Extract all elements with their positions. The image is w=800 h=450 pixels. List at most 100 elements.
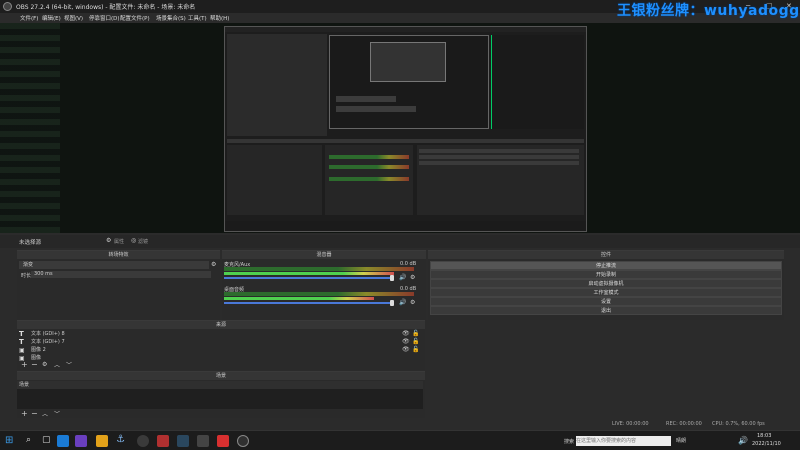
mixer-dock-title: 混音器: [222, 251, 426, 259]
move-up-icon[interactable]: ︿: [54, 360, 60, 369]
scenes-list-empty: [17, 389, 423, 409]
start-virtual-camera-button[interactable]: 启动虚拟摄像机: [430, 279, 782, 288]
mixer-mic-peak: [224, 272, 394, 275]
live-status: LIVE: 00:00:00: [612, 421, 649, 427]
eye-icon[interactable]: 👁: [402, 338, 410, 346]
canvas-background-decoration: [0, 23, 60, 233]
windows-taskbar: ⊞ ⌕ ▢ ⚓ 搜索 晴朗 🔊 18:03 2022/11/10: [0, 430, 800, 450]
add-icon[interactable]: +: [21, 360, 28, 369]
lock-icon[interactable]: 🔓: [412, 346, 419, 354]
app-icon-4[interactable]: [217, 435, 229, 447]
preview-nested-scenes: [227, 145, 322, 215]
app-icon[interactable]: [75, 435, 87, 447]
menu-scene-collection[interactable]: 场景集合(S): [156, 14, 186, 22]
filter-icon: ◎: [131, 237, 137, 244]
source-item[interactable]: T 文本 (GDI+) 7 👁 🔓: [17, 338, 419, 346]
transition-gear-icon[interactable]: ⚙: [211, 261, 216, 268]
taskbar-search-input[interactable]: [576, 436, 671, 446]
filters-button[interactable]: 滤镜: [138, 238, 148, 245]
sources-dock: 来源 T 文本 (GDI+) 8 👁 🔓 T 文本 (GDI+) 7 👁 🔓 ▣…: [17, 320, 425, 370]
mixer-dock: 混音器 麦克风/Aux 0.0 dB 🔊 ⚙ 桌面音频 0.0 dB 🔊 ⚙: [222, 250, 426, 320]
scene-down-icon[interactable]: ﹀: [54, 409, 60, 418]
gear-icon: ⚙: [106, 237, 112, 244]
mixer-desktop-speaker-icon[interactable]: 🔊: [399, 299, 406, 306]
preview-nested-left-panel: [227, 34, 327, 136]
text-source-icon: T: [19, 338, 24, 346]
mixer-desktop-peak: [224, 297, 374, 300]
scene-up-icon[interactable]: ︿: [42, 409, 48, 418]
preview-nested-canvas: [329, 35, 489, 129]
mixer-desktop-volume-slider[interactable]: [224, 302, 394, 304]
settings-button[interactable]: 设置: [430, 297, 782, 306]
start-recording-button[interactable]: 开始录制: [430, 270, 782, 279]
clock-date: 2022/11/10: [752, 441, 781, 447]
add-scene-icon[interactable]: +: [21, 409, 28, 418]
folder-icon[interactable]: [96, 435, 108, 447]
mixer-mic-volume-knob[interactable]: [390, 275, 394, 281]
steam-icon[interactable]: [177, 435, 189, 447]
terminal-icon[interactable]: [197, 435, 209, 447]
windows-start-icon[interactable]: ⊞: [5, 435, 13, 446]
source-item[interactable]: ▣ 图像 2 👁 🔓: [17, 346, 419, 354]
stop-streaming-button[interactable]: 停止推流: [430, 261, 782, 270]
menu-edit[interactable]: 编辑(E): [42, 14, 61, 22]
status-bar: LIVE: 00:00:00 REC: 00:00:00 CPU: 0.7%, …: [0, 418, 800, 430]
source-toolbar: 未选择源 ⚙ 属性 ◎ 滤镜: [0, 235, 800, 248]
mixer-mic-volume-slider[interactable]: [224, 277, 394, 279]
preview-display[interactable]: [224, 26, 587, 232]
mixer-mic-gear-icon[interactable]: ⚙: [410, 274, 415, 281]
volume-icon[interactable]: 🔊: [738, 436, 748, 445]
preview-nested-titlebar: [225, 27, 586, 32]
mixer-desktop-volume-knob[interactable]: [390, 300, 394, 306]
no-source-selected-label: 未选择源: [19, 240, 42, 246]
source-name: 图像 2: [31, 347, 46, 353]
exit-button[interactable]: 退出: [430, 306, 782, 315]
menu-docks[interactable]: 停靠窗口(D): [89, 14, 120, 22]
duration-input[interactable]: 300 ms: [31, 271, 211, 278]
transition-select[interactable]: 渐变: [19, 261, 209, 269]
menu-file[interactable]: 文件(F): [20, 14, 38, 22]
edge-icon[interactable]: [57, 435, 69, 447]
preview-nested-controls: [417, 145, 584, 215]
sources-dock-title: 来源: [17, 321, 425, 329]
studio-mode-button[interactable]: 工作室模式: [430, 288, 782, 297]
mixer-desktop-meter: [224, 292, 414, 296]
move-down-icon[interactable]: ﹀: [66, 360, 72, 369]
source-name: 文本 (GDI+) 8: [31, 331, 65, 337]
task-view-icon[interactable]: ▢: [42, 435, 51, 445]
scene-item[interactable]: 场景: [17, 381, 423, 389]
mixer-mic-meter: [224, 267, 414, 271]
sources-toolbar: + − ⚙ ︿ ﹀: [19, 360, 423, 370]
controls-dock: 控件 停止推流 开始录制 启动虚拟摄像机 工作室模式 设置 退出: [428, 250, 784, 320]
obs-taskbar-icon[interactable]: [237, 435, 249, 447]
preview-nested-mixer: [325, 145, 413, 215]
search-icon[interactable]: ⌕: [26, 435, 31, 445]
controls-dock-title: 控件: [428, 251, 784, 259]
remove-icon[interactable]: −: [31, 360, 38, 369]
anchor-icon[interactable]: ⚓: [116, 434, 125, 445]
app-icon-2[interactable]: [137, 435, 149, 447]
source-gear-icon[interactable]: ⚙: [42, 361, 47, 368]
scenes-dock: 场景 场景 + − ︿ ﹀: [17, 371, 425, 418]
source-name: 文本 (GDI+) 7: [31, 339, 65, 345]
menu-view[interactable]: 视图(V): [64, 14, 83, 22]
mixer-desktop-gear-icon[interactable]: ⚙: [410, 299, 415, 306]
weather-label: 晴朗: [676, 438, 687, 444]
menu-help[interactable]: 帮助(H): [210, 14, 229, 22]
properties-button[interactable]: 属性: [114, 238, 124, 245]
transitions-dock: 转场特效 渐变 ⚙ 时长 300 ms: [17, 250, 220, 320]
eye-icon[interactable]: 👁: [402, 330, 410, 338]
remove-scene-icon[interactable]: −: [31, 409, 38, 418]
app-icon-3[interactable]: [157, 435, 169, 447]
watermark-text: 王银粉丝牌：wuhyadoggy0: [617, 3, 800, 19]
lock-icon[interactable]: 🔓: [412, 338, 419, 346]
preview-nested-right: [491, 35, 584, 129]
source-item[interactable]: T 文本 (GDI+) 8 👁 🔓: [17, 330, 419, 338]
lock-icon[interactable]: 🔓: [412, 330, 419, 338]
window-title: OBS 27.2.4 (64-bit, windows) - 配置文件: 未命名…: [16, 4, 196, 11]
eye-icon[interactable]: 👁: [402, 346, 410, 354]
mixer-mic-speaker-icon[interactable]: 🔊: [399, 274, 406, 281]
menu-tools[interactable]: 工具(T): [188, 14, 207, 22]
text-source-icon: T: [19, 330, 24, 338]
menu-profile[interactable]: 配置文件(P): [120, 14, 150, 22]
